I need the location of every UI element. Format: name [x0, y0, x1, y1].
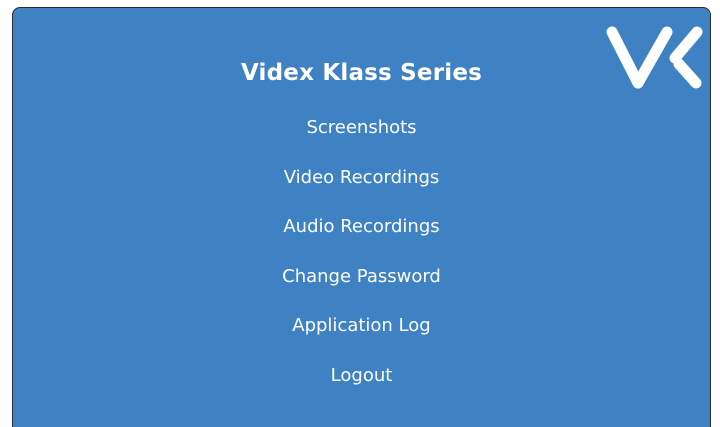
main-menu: Screenshots Video Recordings Audio Recor… [13, 115, 710, 413]
menu-item-audio-recordings: Audio Recordings [13, 214, 710, 264]
video-recordings-link[interactable]: Video Recordings [284, 165, 440, 191]
app-title: Videx Klass Series [240, 60, 483, 86]
application-log-link[interactable]: Application Log [292, 313, 430, 339]
screenshots-link[interactable]: Screenshots [306, 115, 416, 141]
menu-item-logout: Logout [13, 363, 710, 413]
menu-item-video-recordings: Video Recordings [13, 165, 710, 215]
app-window: Videx Klass Series Screenshots Video Rec… [12, 7, 711, 427]
menu-item-application-log: Application Log [13, 313, 710, 363]
change-password-link[interactable]: Change Password [282, 264, 441, 290]
menu-item-change-password: Change Password [13, 264, 710, 314]
logout-link[interactable]: Logout [331, 363, 393, 389]
audio-recordings-link[interactable]: Audio Recordings [283, 214, 439, 240]
menu-item-screenshots: Screenshots [13, 115, 710, 165]
